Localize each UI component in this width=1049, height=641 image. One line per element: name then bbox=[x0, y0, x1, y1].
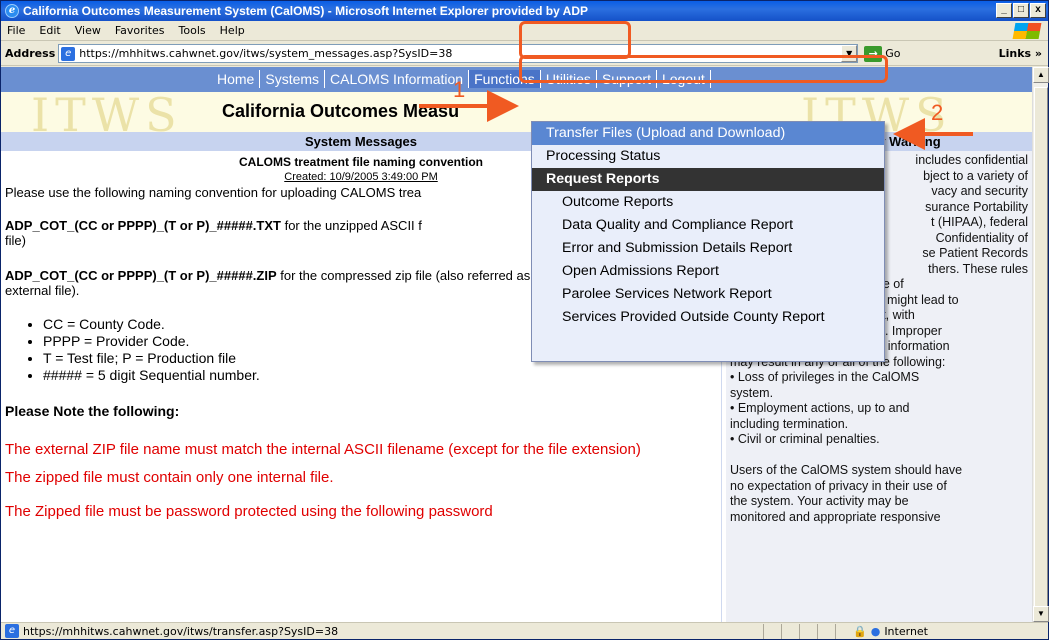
lock-icon: 🔒 bbox=[853, 624, 867, 638]
status-segment bbox=[799, 623, 817, 639]
status-url: https://mhhitws.cahwnet.gov/itws/transfe… bbox=[23, 624, 339, 638]
status-segment bbox=[817, 623, 835, 639]
scroll-down-icon[interactable]: ▼ bbox=[1033, 606, 1049, 622]
vertical-scrollbar[interactable]: ▲ ▼ bbox=[1032, 67, 1049, 622]
scroll-up-icon[interactable]: ▲ bbox=[1033, 67, 1049, 83]
status-segment bbox=[835, 623, 849, 639]
status-segment bbox=[781, 623, 799, 639]
status-page-icon: e bbox=[5, 624, 19, 638]
annotation-arrows bbox=[419, 90, 973, 150]
scroll-thumb[interactable] bbox=[1034, 87, 1048, 607]
status-bar: e https://mhhitws.cahwnet.gov/itws/trans… bbox=[1, 622, 1048, 639]
internet-zone-icon: ● bbox=[870, 624, 881, 638]
status-segment bbox=[763, 623, 781, 639]
status-zone: Internet bbox=[884, 624, 928, 638]
browser-window: e California Outcomes Measurement System… bbox=[0, 0, 1049, 640]
